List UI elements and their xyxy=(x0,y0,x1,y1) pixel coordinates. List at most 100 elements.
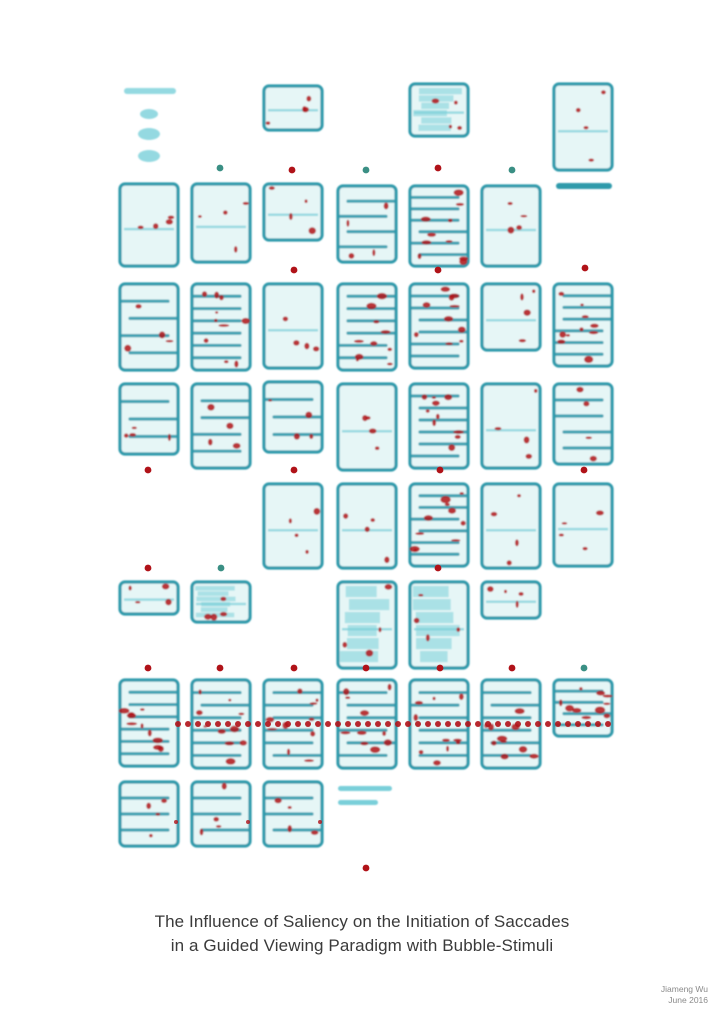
scanpath-dot xyxy=(225,721,231,727)
scanpath-dot xyxy=(318,820,322,824)
heatmap-tile xyxy=(408,282,470,370)
scanpath-dot xyxy=(255,721,261,727)
heatmap-tile xyxy=(336,580,398,670)
scanpath-dot xyxy=(555,721,561,727)
fixation-dot xyxy=(508,166,516,174)
heatmap-tile xyxy=(552,82,614,172)
scanpath-dot xyxy=(585,721,591,727)
heatmap-tile xyxy=(190,780,252,848)
scanpath-dot xyxy=(445,721,451,727)
scanpath-dot xyxy=(175,721,181,727)
heatmap-tile xyxy=(552,382,614,466)
heatmap-tile xyxy=(480,580,542,620)
mark-bar xyxy=(338,800,378,805)
mark-bar xyxy=(338,786,392,791)
scanpath-dot xyxy=(355,721,361,727)
heatmap-tile xyxy=(480,482,542,570)
scanpath-dot xyxy=(295,721,301,727)
heatmap-tile xyxy=(118,182,180,268)
fixation-dot xyxy=(508,664,516,672)
fixation-dot xyxy=(580,664,588,672)
heatmap-tile xyxy=(118,282,180,372)
fixation-dot xyxy=(434,564,442,572)
scanpath-dot xyxy=(215,721,221,727)
heatmap-tile xyxy=(408,382,470,470)
fixation-dot xyxy=(144,564,152,572)
heatmap-tile xyxy=(118,678,180,768)
scanpath-dot xyxy=(455,721,461,727)
scanpath-dot xyxy=(325,721,331,727)
heatmap-tile xyxy=(552,282,614,368)
scanpath-dot xyxy=(345,721,351,727)
scanpath-dot xyxy=(235,721,241,727)
scanpath-dot xyxy=(535,721,541,727)
title-line-2: in a Guided Viewing Paradigm with Bubble… xyxy=(170,936,554,955)
heatmap-tile xyxy=(552,482,614,568)
heatmap-tile xyxy=(190,382,252,470)
heatmap-tile xyxy=(262,380,324,454)
scanpath-dot xyxy=(425,721,431,727)
scanpath-dot xyxy=(195,721,201,727)
fixation-dot xyxy=(434,266,442,274)
scanpath-dot xyxy=(385,721,391,727)
scanpath-dot xyxy=(595,721,601,727)
scanpath-dot xyxy=(515,721,521,727)
heatmap-tile xyxy=(480,382,542,470)
scanpath-dot xyxy=(525,721,531,727)
scanpath-dot xyxy=(375,721,381,727)
date-label: June 2016 xyxy=(668,995,708,1005)
mark-bar xyxy=(124,88,176,94)
fixation-dot xyxy=(288,166,296,174)
heatmap-tile xyxy=(190,282,252,372)
scanpath-dot xyxy=(485,721,491,727)
scanpath-dot xyxy=(575,721,581,727)
fixation-dot xyxy=(290,664,298,672)
scanpath-dot xyxy=(565,721,571,727)
scanpath-dot xyxy=(465,721,471,727)
scanpath-dot xyxy=(245,721,251,727)
saliency-heatmap-grid xyxy=(118,82,614,872)
heatmap-tile xyxy=(408,82,470,138)
heatmap-tile xyxy=(408,184,470,268)
fixation-dot xyxy=(144,466,152,474)
scanpath-dot xyxy=(365,721,371,727)
mark-bar xyxy=(556,183,612,189)
scanpath-dot xyxy=(435,721,441,727)
fixation-dot xyxy=(290,266,298,274)
heatmap-tile xyxy=(262,182,324,242)
poster-title: The Influence of Saliency on the Initiat… xyxy=(0,910,724,958)
heatmap-tile xyxy=(336,382,398,472)
scanpath-dot xyxy=(475,721,481,727)
heatmap-tile xyxy=(118,580,180,616)
scanpath-dot xyxy=(495,721,501,727)
scanpath-dot xyxy=(395,721,401,727)
fixation-dot xyxy=(581,264,589,272)
heatmap-tile xyxy=(552,678,614,738)
mark-ellipse xyxy=(138,128,160,140)
heatmap-tile xyxy=(408,580,470,670)
title-line-1: The Influence of Saliency on the Initiat… xyxy=(154,912,570,931)
fixation-dot xyxy=(362,864,370,872)
heatmap-tile xyxy=(408,482,470,568)
fixation-dot xyxy=(434,164,442,172)
heatmap-tile xyxy=(480,184,542,268)
fixation-dot xyxy=(436,466,444,474)
mark-ellipse xyxy=(140,109,158,119)
heatmap-tile xyxy=(480,282,542,352)
heatmap-tile xyxy=(190,580,252,624)
heatmap-tile xyxy=(262,482,324,570)
scanpath-dot xyxy=(174,820,178,824)
scanpath-dot xyxy=(285,721,291,727)
fixation-dot xyxy=(580,466,588,474)
fixation-dot xyxy=(216,664,224,672)
scanpath-dot xyxy=(335,721,341,727)
heatmap-tile xyxy=(118,382,180,456)
scanpath-dot xyxy=(505,721,511,727)
scanpath-dot xyxy=(415,721,421,727)
scanpath-dot xyxy=(205,721,211,727)
scanpath-dot xyxy=(246,820,250,824)
fixation-dot xyxy=(290,466,298,474)
heatmap-tiles xyxy=(118,82,614,848)
heatmap-tile xyxy=(118,780,180,848)
scanpath-dot xyxy=(185,721,191,727)
